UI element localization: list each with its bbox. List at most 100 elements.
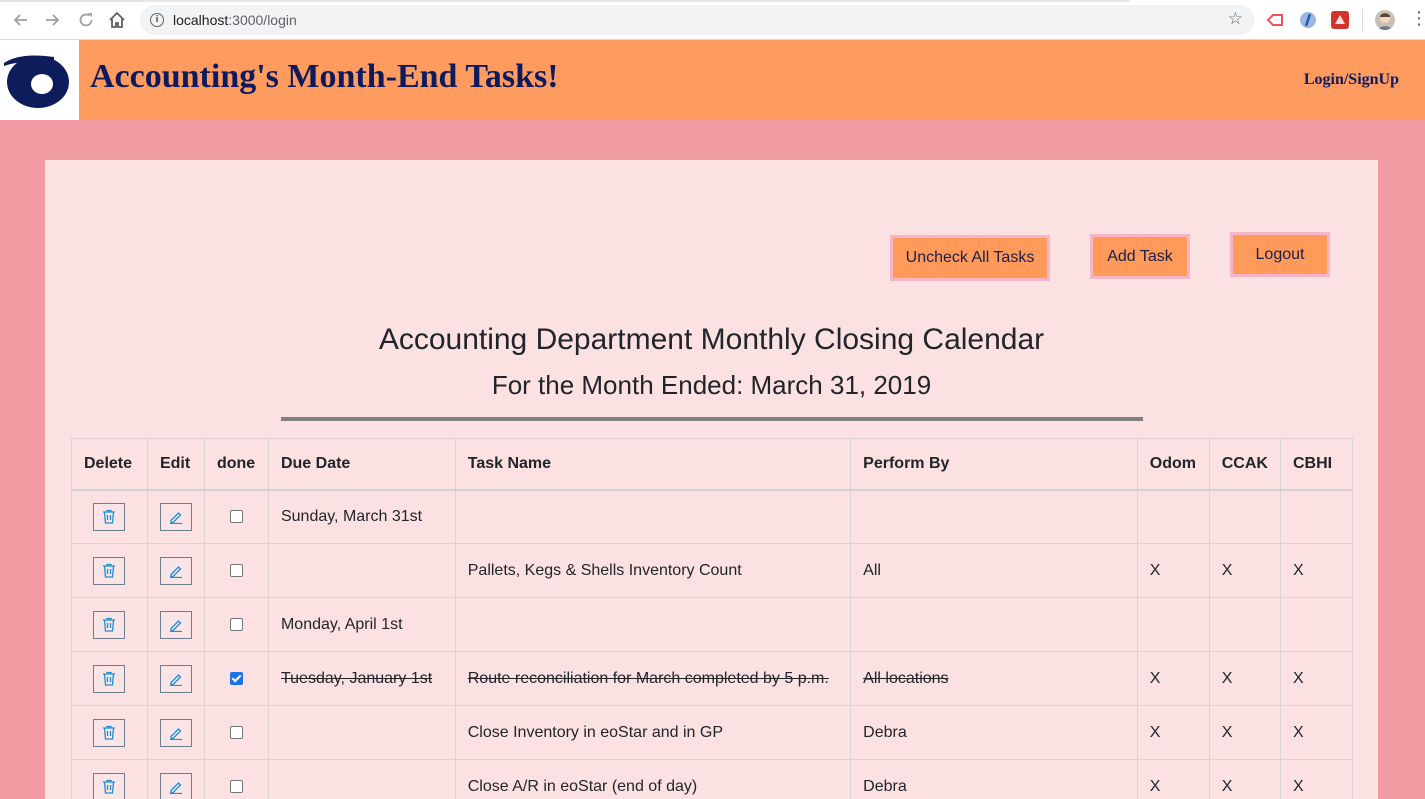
table-header: Delete Edit done Due Date Task Name Perf… <box>71 438 1354 491</box>
due-date-cell <box>267 759 456 799</box>
extension-icon-blue[interactable] <box>1299 11 1317 29</box>
heading-divider <box>281 417 1143 421</box>
table-row: Sunday, March 31st <box>71 489 1354 544</box>
calendar-card: Uncheck All Tasks Add Task Logout Accoun… <box>45 160 1378 799</box>
done-checkbox[interactable] <box>229 725 243 739</box>
address-bar[interactable]: i localhost:3000/login ☆ <box>140 5 1255 35</box>
table-row: Tuesday, January 1st Route reconciliation… <box>71 651 1354 706</box>
column-header-ccak: CCAK <box>1208 438 1281 491</box>
done-checkbox[interactable] <box>229 617 243 631</box>
due-date-cell: Tuesday, January 1st <box>267 651 456 706</box>
extension-icon-red[interactable] <box>1266 11 1284 29</box>
table-row: Close A/R in eoStar (end of day) Debra X X X <box>71 759 1354 799</box>
cbhi-cell <box>1279 597 1354 652</box>
tasks-table: Delete Edit done Due Date Task Name Perf… <box>71 438 1354 799</box>
cbhi-cell <box>1279 489 1354 544</box>
edit-cell <box>146 597 205 652</box>
perform-by-cell: All <box>850 543 1138 598</box>
back-icon[interactable] <box>9 9 31 31</box>
app-header: Accounting's Month-End Tasks! Login/Sign… <box>0 40 1425 120</box>
pencil-icon[interactable] <box>159 718 192 747</box>
delete-cell <box>71 543 148 598</box>
trash-icon[interactable] <box>93 556 126 585</box>
done-checkbox[interactable] <box>229 510 243 524</box>
home-icon[interactable] <box>106 9 128 31</box>
column-header-delete: Delete <box>71 438 148 491</box>
trash-icon[interactable] <box>93 772 126 799</box>
pencil-icon[interactable] <box>159 502 192 531</box>
ccak-cell: X <box>1208 705 1281 760</box>
task-name-cell <box>454 489 852 544</box>
delete-cell <box>71 489 148 544</box>
trash-icon[interactable] <box>93 664 126 693</box>
edit-cell <box>146 759 205 799</box>
column-header-task-name: Task Name <box>454 438 852 491</box>
table-body: Sunday, March 31st Pallets, Kegs & Shells… <box>71 489 1354 799</box>
logout-button[interactable]: Logout <box>1230 232 1330 277</box>
pencil-icon[interactable] <box>159 772 192 799</box>
pencil-icon[interactable] <box>159 610 192 639</box>
task-name-cell: Route reconciliation for March completed… <box>454 651 852 706</box>
pencil-icon[interactable] <box>159 664 192 693</box>
tab-strip-edge <box>0 0 1130 2</box>
edit-cell <box>146 489 205 544</box>
cbhi-cell: X <box>1279 543 1354 598</box>
extension-icon-badge[interactable] <box>1331 11 1349 29</box>
ccak-cell: X <box>1208 759 1281 799</box>
pencil-icon[interactable] <box>159 556 192 585</box>
odom-cell <box>1136 597 1210 652</box>
info-icon[interactable]: i <box>150 13 164 27</box>
profile-avatar[interactable] <box>1375 10 1395 30</box>
column-header-edit: Edit <box>146 438 205 491</box>
trash-icon[interactable] <box>93 502 126 531</box>
column-header-odom: Odom <box>1136 438 1210 491</box>
ccak-cell: X <box>1208 543 1281 598</box>
ccak-cell <box>1208 597 1281 652</box>
due-date-cell <box>267 705 456 760</box>
due-date-cell: Sunday, March 31st <box>267 489 456 544</box>
done-checkbox[interactable] <box>229 779 243 793</box>
column-header-due-date: Due Date <box>267 438 456 491</box>
browser-toolbar: i localhost:3000/login ☆ ⋮ <box>0 0 1425 40</box>
perform-by-cell: Debra <box>850 759 1138 799</box>
table-row: Close Inventory in eoStar and in GP Debra… <box>71 705 1354 760</box>
done-checkbox[interactable] <box>229 671 243 685</box>
perform-by-cell <box>850 489 1138 544</box>
toolbar-divider <box>1362 9 1363 31</box>
url-text: localhost:3000/login <box>173 12 297 28</box>
login-signup-link[interactable]: Login/SignUp <box>1304 71 1399 89</box>
delete-cell <box>71 759 148 799</box>
done-checkbox[interactable] <box>229 563 243 577</box>
odom-cell: X <box>1136 759 1210 799</box>
uncheck-all-tasks-button[interactable]: Uncheck All Tasks <box>890 235 1050 281</box>
trash-icon[interactable] <box>93 610 126 639</box>
url-host: localhost <box>173 12 229 28</box>
add-task-button[interactable]: Add Task <box>1090 234 1190 279</box>
browser-menu-icon[interactable]: ⋮ <box>1410 8 1425 29</box>
cbhi-cell: X <box>1279 759 1354 799</box>
column-header-done: done <box>203 438 269 491</box>
edit-cell <box>146 705 205 760</box>
done-cell <box>203 759 269 799</box>
task-name-cell <box>454 597 852 652</box>
odom-cell: X <box>1136 543 1210 598</box>
logo-icon[interactable] <box>0 40 79 120</box>
delete-cell <box>71 651 148 706</box>
cbhi-cell: X <box>1279 705 1354 760</box>
perform-by-cell: All locations <box>850 651 1138 706</box>
url-path: :3000/login <box>228 12 297 28</box>
column-header-cbhi: CBHI <box>1279 438 1354 491</box>
perform-by-cell: Debra <box>850 705 1138 760</box>
perform-by-cell <box>850 597 1138 652</box>
trash-icon[interactable] <box>93 718 126 747</box>
task-name-cell: Close Inventory in eoStar and in GP <box>454 705 852 760</box>
bookmark-star-icon[interactable]: ☆ <box>1228 9 1243 29</box>
delete-cell <box>71 705 148 760</box>
done-cell <box>203 597 269 652</box>
ccak-cell: X <box>1208 651 1281 706</box>
calendar-subtitle: For the Month Ended: March 31, 2019 <box>491 370 932 400</box>
reload-icon[interactable] <box>75 9 97 31</box>
task-name-cell: Pallets, Kegs & Shells Inventory Count <box>454 543 852 598</box>
done-cell <box>203 489 269 544</box>
forward-icon[interactable] <box>42 9 64 31</box>
